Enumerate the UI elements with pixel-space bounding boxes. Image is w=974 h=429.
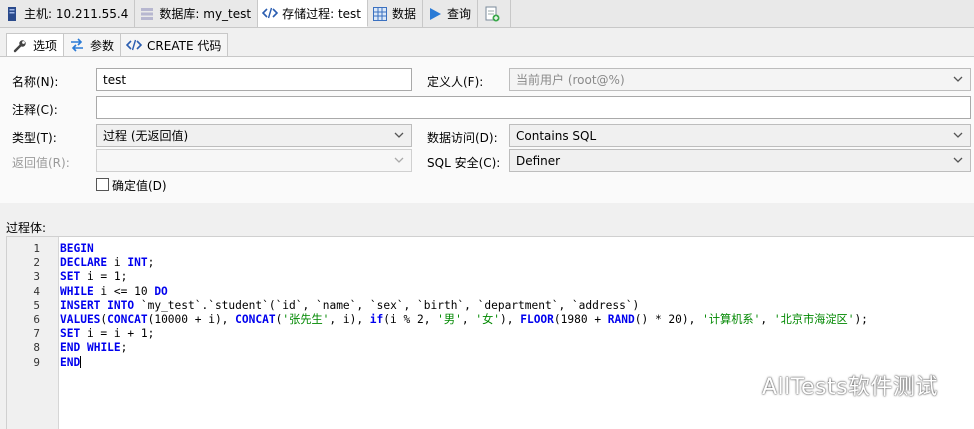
sql-security-select-value: Definer [516,153,561,168]
line-number: 2 [33,256,40,270]
type-select-value: 过程 (无返回值) [103,129,189,143]
name-field[interactable]: test [96,68,412,91]
data-access-label: 数据访问(D): [427,131,498,145]
tab-parameters[interactable]: 参数 [63,33,122,56]
server-icon [4,6,20,22]
code-line: DECLARE i INT; [60,256,155,270]
code-line: END [60,355,82,369]
line-number: 8 [33,341,40,355]
tab-data-label: 数据 [392,7,417,21]
line-number-gutter: 1 2 3 4 5 6 7 8 9 [7,237,59,429]
definer-label: 定义人(F): [427,75,484,89]
watermark: AllTests软件测试 [722,370,938,400]
tab-query-label: 查询 [447,7,472,21]
code-line: SET i = 1; [60,270,128,284]
chevron-down-icon [953,157,963,163]
line-number: 4 [33,284,40,298]
tab-stored-procedure-label: 存储过程: test [282,6,361,21]
tab-database[interactable]: 数据库: my_test [135,0,259,27]
deterministic-checkbox[interactable] [96,178,109,191]
tab-stored-procedure[interactable]: 存储过程: test [258,0,368,27]
code-line: BEGIN [60,242,94,255]
document-tab-bar: 主机: 10.211.55.4 数据库: my_test 存储过程: test … [0,0,974,28]
code-text: BEGIN DECLARE i INT; SET i = 1; WHILE i <= … [60,242,868,370]
comment-label: 注释(C): [12,103,58,117]
line-number: 3 [33,270,40,284]
deterministic-label: 确定值(D) [112,179,167,193]
code-line: SET i = i + 1; [60,327,155,341]
chevron-down-icon [953,132,963,138]
returns-select [96,149,412,172]
line-number: 9 [33,355,40,369]
sql-security-label: SQL 安全(C): [427,156,501,170]
swap-icon [69,37,85,53]
line-number: 7 [33,327,40,341]
line-number: 1 [33,242,40,255]
code-line: VALUES(CONCAT(10000 + i), CONCAT('张先生', … [60,312,868,326]
code-line: WHILE i <= 10 DO [60,284,168,298]
watermark-text: AllTests软件测试 [762,375,939,400]
database-icon [139,6,155,22]
code-icon [262,5,279,21]
play-icon [427,6,443,22]
procedure-body-label: 过程体: [6,221,47,235]
definer-select-value: 当前用户 (root@%) [516,73,625,87]
code-line: INSERT INTO `my_test`.`student`(`id`, `n… [60,298,640,312]
chevron-down-icon [394,132,404,138]
new-query-icon [484,6,500,22]
code-line: END WHILE; [60,341,128,355]
code-icon [126,37,143,53]
option-tab-bar: 选项 参数 CREATE 代码 [6,33,229,57]
tab-parameters-label: 参数 [90,38,115,53]
definer-select[interactable]: 当前用户 (root@%) [509,68,971,91]
tab-create-code-label: CREATE 代码 [147,38,222,53]
tab-host[interactable]: 主机: 10.211.55.4 [0,0,136,27]
data-access-select[interactable]: Contains SQL [509,124,971,147]
chevron-down-icon [394,157,404,163]
returns-label: 返回值(R): [12,156,70,170]
tab-query[interactable]: 查询 [423,0,479,27]
wechat-icon [723,373,754,396]
tab-create-code[interactable]: CREATE 代码 [120,33,229,56]
tab-host-label: 主机: 10.211.55.4 [24,7,129,21]
sql-security-select[interactable]: Definer [509,149,971,172]
grid-icon [372,6,388,22]
line-number: 6 [33,313,40,326]
type-label: 类型(T): [12,131,57,145]
wrench-icon [12,38,28,54]
name-field-value: test [103,72,127,87]
name-label: 名称(N): [12,75,59,89]
tab-data[interactable]: 数据 [368,0,424,27]
tab-database-label: 数据库: my_test [159,7,252,21]
type-select[interactable]: 过程 (无返回值) [96,124,412,147]
comment-field[interactable] [96,96,971,119]
chevron-down-icon [953,76,963,82]
line-number: 5 [33,298,40,312]
tab-options-label: 选项 [33,39,58,53]
new-query-tab-button[interactable] [478,0,512,27]
tab-options[interactable]: 选项 [6,33,65,57]
data-access-select-value: Contains SQL [516,128,597,143]
